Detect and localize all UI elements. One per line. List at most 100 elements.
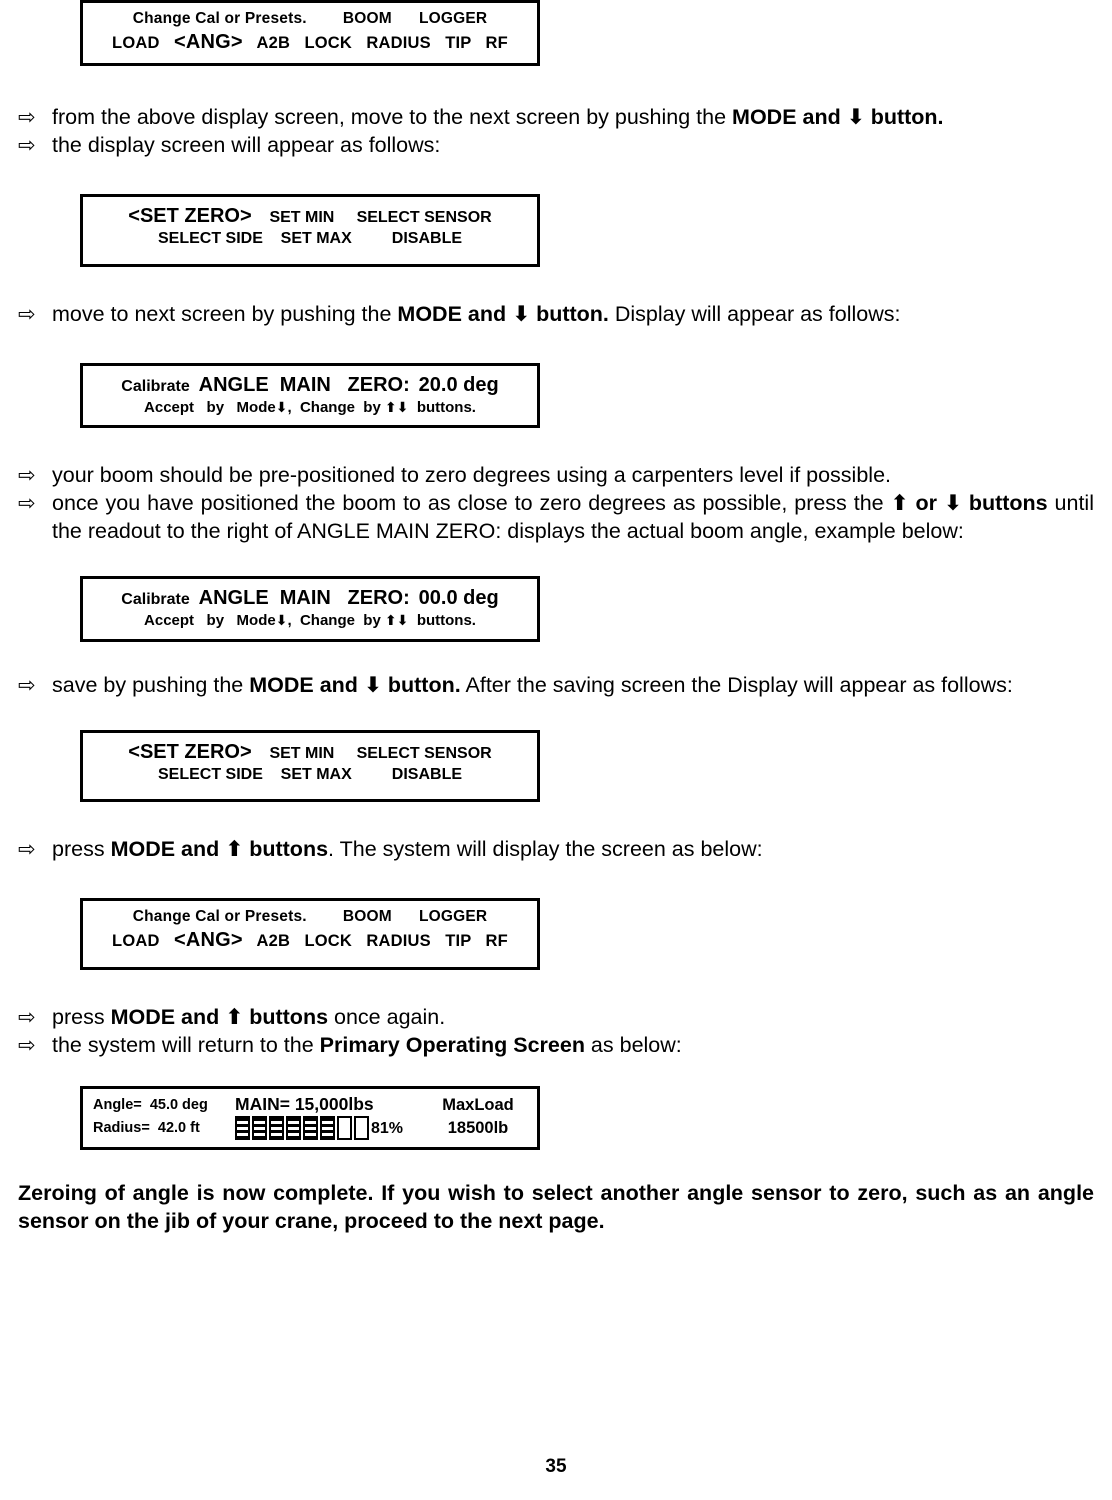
instruction-3-part-b: Display will appear as follows: bbox=[608, 301, 901, 326]
instruction-bullet-9: ⇨ the system will return to the Primary … bbox=[18, 1032, 1094, 1060]
lcd-text-angle-main-zero: ANGLE MAIN ZERO: bbox=[198, 587, 410, 610]
lcd-text-select-side: SELECT SIDE bbox=[157, 230, 263, 248]
bargraph-segment-empty bbox=[354, 1116, 369, 1141]
lcd-text-select-side: SELECT SIDE bbox=[157, 765, 263, 783]
lcd-text-rf: RF bbox=[485, 34, 508, 53]
lcd-text-rf: RF bbox=[485, 932, 508, 951]
lcd-text-lock: LOCK bbox=[304, 34, 353, 53]
instruction-text-8: press MODE and ⬆ buttons once again. bbox=[52, 1004, 1094, 1032]
instruction-7-part-a: press bbox=[52, 837, 111, 862]
instruction-text-3: move to next screen by pushing the MODE … bbox=[52, 301, 1094, 329]
instruction-text-4: your boom should be pre-positioned to ze… bbox=[52, 463, 891, 488]
lcd-screen-change-cal-2: Change Cal or Presets. BOOM LOGGER LOAD … bbox=[80, 898, 540, 971]
lcd-line-1: Change Cal or Presets. BOOM LOGGER bbox=[83, 907, 537, 927]
lcd-line-2: Accept by Mode⬇, Change by ⬆⬇ buttons. bbox=[83, 398, 537, 418]
instruction-text-9: the system will return to the Primary Op… bbox=[52, 1032, 1094, 1060]
arrow-up-icon: ⬆ bbox=[225, 1005, 244, 1031]
instruction-6-part-b: After the saving screen the Display will… bbox=[460, 672, 1013, 697]
instruction-bullet-7: ⇨ press MODE and ⬆ buttons. The system w… bbox=[18, 836, 1094, 864]
lcd-text-radius: RADIUS bbox=[366, 34, 431, 53]
lcd-hint-buttons: buttons. bbox=[416, 398, 476, 416]
load-percent: 81% bbox=[371, 1119, 404, 1137]
instruction-7-bold-b: buttons bbox=[243, 837, 329, 862]
lcd-selected-ang: <ANG> bbox=[173, 31, 243, 54]
lcd-text-disable: DISABLE bbox=[391, 765, 463, 783]
lcd-text-disable: DISABLE bbox=[391, 230, 463, 248]
instruction-bullet-5: ⇨ once you have positioned the boom to a… bbox=[18, 490, 1094, 546]
radius-label: Radius= bbox=[93, 1120, 150, 1137]
lcd-text-logger: LOGGER bbox=[418, 908, 488, 926]
lcd-screen-primary-operating: Angle= 45.0 deg MAIN= 15,000lbs MaxLoad … bbox=[80, 1086, 540, 1151]
instruction-8-bold-b: buttons bbox=[243, 1005, 329, 1030]
instruction-9-part-b: as below: bbox=[584, 1033, 682, 1058]
arrow-right-icon: ⇨ bbox=[18, 492, 36, 516]
lcd-line-1: Calibrate ANGLE MAIN ZERO: 00.0 deg bbox=[83, 585, 537, 611]
instruction-text-6: save by pushing the MODE and ⬇ button. A… bbox=[52, 672, 1094, 700]
lcd-screen-set-zero-2: <SET ZERO> SET MIN SELECT SENSOR SELECT … bbox=[80, 729, 540, 803]
bargraph-segment-filled bbox=[269, 1116, 284, 1141]
instruction-1-bold-a: MODE and bbox=[732, 105, 847, 130]
arrow-right-icon: ⇨ bbox=[18, 1006, 36, 1030]
arrow-right-icon: ⇨ bbox=[18, 464, 36, 488]
instruction-1-bold-b: button. bbox=[864, 105, 944, 130]
lcd-line-2: LOAD <ANG> A2B LOCK RADIUS TIP RF bbox=[83, 927, 537, 953]
bargraph-segment-empty bbox=[337, 1116, 352, 1141]
lcd-text-set-max: SET MAX bbox=[280, 230, 352, 248]
arrow-down-icon: ⬇ bbox=[275, 399, 288, 416]
lcd-text-select-sensor: SELECT SENSOR bbox=[356, 209, 492, 227]
arrow-down-icon: ⬇ bbox=[396, 399, 409, 416]
load-bargraph bbox=[235, 1116, 369, 1141]
instruction-bullet-3: ⇨ move to next screen by pushing the MOD… bbox=[18, 301, 1094, 329]
page-number: 35 bbox=[545, 1456, 567, 1477]
instruction-text-7: press MODE and ⬆ buttons. The system wil… bbox=[52, 836, 1094, 864]
instruction-text-1: from the above display screen, move to t… bbox=[52, 104, 1094, 132]
lcd-hint-buttons: buttons. bbox=[416, 612, 476, 630]
instruction-3-bold-b: button. bbox=[530, 301, 609, 326]
instruction-bullet-1: ⇨ from the above display screen, move to… bbox=[18, 104, 1094, 132]
lcd-text-load: LOAD bbox=[112, 932, 160, 951]
lcd-hint-change: , Change by bbox=[287, 398, 381, 416]
lcd-text-load: LOAD bbox=[112, 34, 160, 53]
lcd-text-change-cal: Change Cal or Presets. bbox=[132, 908, 307, 926]
arrow-right-icon: ⇨ bbox=[18, 106, 36, 130]
lcd-screen-calibrate-20: Calibrate ANGLE MAIN ZERO: 20.0 deg Acce… bbox=[80, 362, 540, 429]
angle-value: 45.0 deg bbox=[149, 1097, 208, 1114]
instruction-5-bold-or: or bbox=[908, 491, 944, 516]
lcd-value-zero-angle: 00.0 deg bbox=[418, 587, 499, 610]
lcd-line-2: SELECT SIDE SET MAX DISABLE bbox=[83, 229, 537, 250]
lcd-text-calibrate: Calibrate bbox=[121, 591, 190, 609]
lcd-text-lock: LOCK bbox=[304, 932, 353, 951]
lcd-line-1: Angle= 45.0 deg MAIN= 15,000lbs MaxLoad bbox=[83, 1094, 537, 1116]
lcd-text-tip: TIP bbox=[445, 34, 472, 53]
lcd-line-2: SELECT SIDE SET MAX DISABLE bbox=[83, 765, 537, 786]
lcd-text-change-cal: Change Cal or Presets. bbox=[132, 10, 307, 27]
instruction-6-bold-b: button. bbox=[381, 672, 461, 697]
lcd-selected-ang: <ANG> bbox=[173, 929, 243, 952]
instruction-9-bold: Primary Operating Screen bbox=[319, 1033, 585, 1058]
lcd-line-1: Change Cal or Presets. BOOM LOGGER bbox=[83, 9, 537, 29]
max-load-label: MaxLoad bbox=[442, 1095, 514, 1114]
lcd-text-set-min: SET MIN bbox=[269, 209, 335, 227]
lcd-text-calibrate: Calibrate bbox=[121, 377, 190, 395]
arrow-right-icon: ⇨ bbox=[18, 838, 36, 862]
lcd-selected-set-zero: <SET ZERO> bbox=[128, 740, 252, 763]
lcd-text-set-max: SET MAX bbox=[280, 765, 352, 783]
instruction-9-part-a: the system will return to the bbox=[52, 1033, 320, 1058]
lcd-text-logger: LOGGER bbox=[418, 10, 488, 27]
instruction-7-part-b: . The system will display the screen as … bbox=[328, 837, 763, 862]
lcd-text-select-sensor: SELECT SENSOR bbox=[356, 744, 492, 762]
instruction-bullet-8: ⇨ press MODE and ⬆ buttons once again. bbox=[18, 1004, 1094, 1032]
main-load-readout: MAIN= 15,000lbs bbox=[235, 1094, 419, 1116]
main-label: MAIN= bbox=[235, 1094, 290, 1115]
arrow-right-icon: ⇨ bbox=[18, 302, 36, 326]
arrow-right-icon: ⇨ bbox=[18, 1034, 36, 1058]
lcd-hint-change: , Change by bbox=[287, 612, 381, 630]
bargraph-segment-filled bbox=[235, 1116, 250, 1141]
lcd-text-set-min: SET MIN bbox=[269, 744, 335, 762]
instruction-text-5: once you have positioned the boom to as … bbox=[52, 490, 1094, 546]
arrow-up-icon: ⬆ bbox=[890, 491, 909, 517]
instruction-1-part-a: from the above display screen, move to t… bbox=[52, 105, 733, 130]
max-load-value: 18500lb bbox=[447, 1118, 509, 1137]
lcd-text-boom: BOOM bbox=[342, 10, 392, 27]
instruction-7-bold-a: MODE and bbox=[110, 837, 226, 862]
